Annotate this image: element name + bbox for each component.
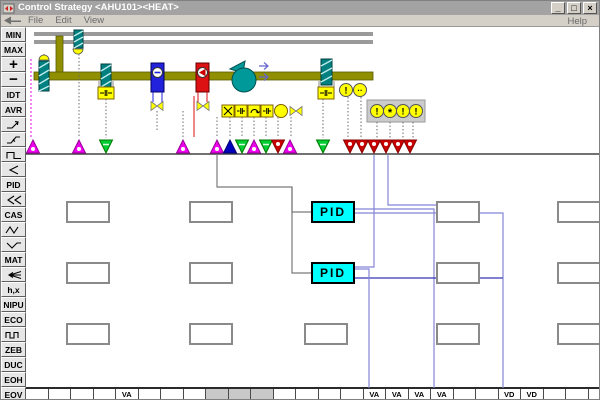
io-cell[interactable] <box>229 389 252 400</box>
io-cell[interactable]: VA <box>409 389 432 400</box>
function-toolbar: MINMAX+−IDTAVRPIDCASMATh,xNIPUECOZEBDUCE… <box>1 27 26 400</box>
toolbar-button-zoom-in[interactable]: + <box>1 57 26 72</box>
title-bar: Control Strategy <AHU101><HEAT> _ □ × <box>1 1 600 15</box>
menu-view[interactable]: View <box>84 15 104 26</box>
io-cell[interactable] <box>94 389 117 400</box>
io-cell[interactable] <box>161 389 184 400</box>
toolbar-button-avr[interactable]: AVR <box>1 102 26 117</box>
close-button[interactable]: × <box>583 2 597 14</box>
hysteresis-icon <box>5 134 23 146</box>
toolbar-button-ramp[interactable] <box>1 117 26 132</box>
io-cell[interactable] <box>26 389 49 400</box>
io-cell[interactable] <box>476 389 499 400</box>
io-cell[interactable] <box>49 389 72 400</box>
pulse-icon <box>5 329 23 341</box>
menu-edit[interactable]: Edit <box>55 15 71 26</box>
chevron-left-icon <box>5 164 23 176</box>
toolbar-button-triangle-wave[interactable] <box>1 222 26 237</box>
window-controls: _ □ × <box>551 2 597 14</box>
toolbar-button-min[interactable]: MIN <box>1 27 26 42</box>
toolbar-button-zoom-out[interactable]: − <box>1 72 26 87</box>
io-cell[interactable] <box>71 389 94 400</box>
toolbar-button-cas[interactable]: CAS <box>1 207 26 222</box>
io-cell[interactable] <box>454 389 477 400</box>
control-strategy-window: Control Strategy <AHU101><HEAT> _ □ × Fi… <box>0 0 600 400</box>
toolbar-button-zeb[interactable]: ZEB <box>1 342 26 357</box>
io-cell[interactable] <box>544 389 567 400</box>
io-cell[interactable] <box>589 389 600 400</box>
menu-help[interactable]: Help <box>567 16 587 27</box>
io-cell[interactable]: VA <box>386 389 409 400</box>
toolbar-button-mat[interactable]: MAT <box>1 252 26 267</box>
toolbar-button-sawtooth[interactable] <box>1 237 26 252</box>
toolbar-button-hx[interactable]: h,x <box>1 282 26 297</box>
io-cell[interactable] <box>274 389 297 400</box>
toolbar-button-nipu[interactable]: NIPU <box>1 297 26 312</box>
toolbar-button-eov[interactable]: EOV <box>1 387 26 400</box>
toolbar-button-eco[interactable]: ECO <box>1 312 26 327</box>
fan-out-icon <box>5 269 23 281</box>
window-title: Control Strategy <AHU101><HEAT> <box>18 2 551 14</box>
step-icon <box>5 149 23 161</box>
io-cell[interactable] <box>319 389 342 400</box>
ramp-icon <box>5 119 23 131</box>
io-cell[interactable] <box>296 389 319 400</box>
io-cell[interactable] <box>206 389 229 400</box>
toolbar-button-hysteresis[interactable] <box>1 132 26 147</box>
back-arrow-icon[interactable] <box>3 15 23 26</box>
io-cell[interactable]: VD <box>521 389 544 400</box>
toolbar-button-max[interactable]: MAX <box>1 42 26 57</box>
restore-button[interactable]: □ <box>567 2 581 14</box>
io-cell[interactable] <box>251 389 274 400</box>
double-chevron-left-icon <box>5 194 23 206</box>
toolbar-button-duc[interactable]: DUC <box>1 357 26 372</box>
sawtooth-icon <box>5 239 23 251</box>
toolbar-button-shift[interactable] <box>1 192 26 207</box>
toolbar-button-compare[interactable] <box>1 162 26 177</box>
menu-bar: File Edit View Help <box>1 15 600 27</box>
toolbar-button-eoh[interactable]: EOH <box>1 372 26 387</box>
io-cell[interactable]: VA <box>116 389 139 400</box>
io-cell[interactable]: VA <box>431 389 454 400</box>
io-cell[interactable]: VD <box>499 389 522 400</box>
toolbar-button-step[interactable] <box>1 147 26 162</box>
strategy-canvas[interactable] <box>26 27 600 400</box>
io-cell[interactable] <box>566 389 589 400</box>
toolbar-button-pid[interactable]: PID <box>1 177 26 192</box>
io-cell[interactable]: VA <box>364 389 387 400</box>
io-cell[interactable] <box>341 389 364 400</box>
toolbar-button-fan-out[interactable] <box>1 267 26 282</box>
io-cell[interactable] <box>184 389 207 400</box>
toolbar-button-idt[interactable]: IDT <box>1 87 26 102</box>
io-reference-strip: VAVAVAVAVAVDVD <box>26 387 600 400</box>
minimize-button[interactable]: _ <box>551 2 565 14</box>
app-icon <box>3 3 15 14</box>
menu-file[interactable]: File <box>28 15 43 26</box>
toolbar-button-pulse[interactable] <box>1 327 26 342</box>
triangle-wave-icon <box>5 224 23 236</box>
io-cell[interactable] <box>139 389 162 400</box>
